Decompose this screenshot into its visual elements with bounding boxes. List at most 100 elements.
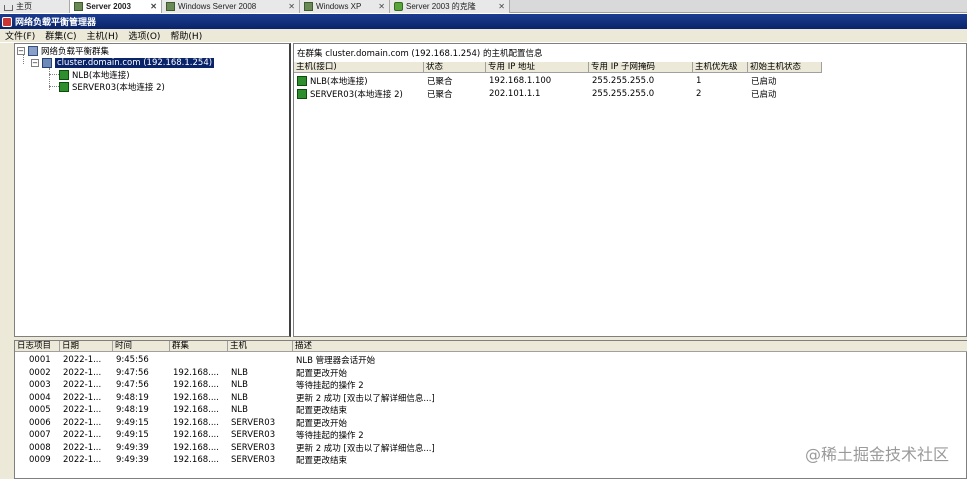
menu-cluster[interactable]: 群集(C) [40,29,81,42]
menu-options[interactable]: 选项(O) [123,29,165,42]
log-row[interactable]: 0007 2022-1... 9:49:15 192.168.... SERVE… [15,429,953,442]
column-header[interactable]: 主机(接口) [294,62,424,73]
log-id: 0009 [29,455,51,466]
host-config-caption: 在群集 cluster.domain.com (192.168.1.254) 的… [297,49,543,59]
log-description: 配置更改开始 [296,368,348,379]
log-id: 0008 [29,442,51,453]
tree-root[interactable]: − 网络负载平衡群集 [17,45,109,57]
log-description: 配置更改开始 [296,418,348,429]
host-row[interactable]: NLB(本地连接) 已聚合 192.168.1.100 255.255.255.… [294,75,822,87]
log-header: 日志项目 日期 时间 群集 主机 描述 [15,341,967,352]
column-header[interactable]: 主机 [228,341,293,352]
close-icon[interactable]: ✕ [146,2,157,11]
log-time: 9:47:56 [116,380,149,391]
log-time: 9:47:56 [116,367,149,378]
host-row[interactable]: SERVER03(本地连接 2) 已聚合 202.101.1.1 255.255… [294,88,822,100]
host-icon [297,76,307,86]
tree-host-label: SERVER03(本地连接 2) [72,83,165,93]
log-description: 配置更改结束 [296,406,348,417]
tree-cluster-node[interactable]: − cluster.domain.com (192.168.1.254) [31,57,215,69]
cluster-tree-pane: − 网络负载平衡群集 − cluster.domain.com (192.168… [14,43,291,337]
vm-running-icon [394,2,403,11]
collapse-icon[interactable]: − [17,47,25,55]
tab-server-2003-clone[interactable]: Server 2003 的克隆 ✕ [390,0,510,13]
status-cell: 已聚合 [427,90,453,100]
watermark: @稀土掘金技术社区 [804,445,949,464]
log-row[interactable]: 0003 2022-1... 9:47:56 192.168.... NLB 等… [15,379,953,392]
close-icon[interactable]: ✕ [284,2,295,11]
log-host: NLB [231,405,248,416]
column-header[interactable]: 专用 IP 地址 [486,62,589,73]
tree-root-label: 网络负载平衡群集 [41,47,110,57]
tree-host-nlb[interactable]: NLB(本地连接) [59,69,130,81]
log-row[interactable]: 0004 2022-1... 9:48:19 192.168.... NLB 更… [15,392,953,405]
home-icon [4,5,13,11]
log-cluster: 192.168.... [173,392,219,403]
column-header[interactable]: 日志项目 [15,341,60,352]
column-header[interactable]: 时间 [113,341,170,352]
tab-home[interactable]: 主页 [0,0,70,13]
menu-bar: 文件(F) 群集(C) 主机(H) 选项(O) 帮助(H) [0,29,967,42]
log-row[interactable]: 0006 2022-1... 9:49:15 192.168.... SERVE… [15,417,953,430]
log-host: NLB [231,367,248,378]
nlb-manager-icon [2,16,12,27]
log-id: 0007 [29,430,51,441]
close-icon[interactable]: ✕ [494,2,505,11]
log-row[interactable]: 0005 2022-1... 9:48:19 192.168.... NLB 配… [15,404,953,417]
menu-file[interactable]: 文件(F) [0,29,40,42]
column-header[interactable]: 群集 [170,341,228,352]
tree-line [49,86,59,87]
log-date: 2022-1... [63,417,102,428]
log-id: 0002 [29,367,51,378]
column-header[interactable]: 描述 [293,341,967,352]
collapse-icon[interactable]: − [31,59,39,67]
vm-icon [304,2,313,11]
log-id: 0004 [29,392,51,403]
log-host: SERVER03 [231,455,276,466]
column-header[interactable]: 初始主机状态 [748,62,822,73]
log-id: 0001 [29,355,51,366]
vm-icon [74,2,83,11]
menu-help[interactable]: 帮助(H) [165,29,207,42]
log-description: NLB 管理器会话开始 [296,356,376,367]
log-host: SERVER03 [231,442,276,453]
app-title-bar: 网络负载平衡管理器 [0,14,967,29]
network-cluster-icon [28,46,38,56]
log-time: 9:48:19 [116,392,149,403]
log-date: 2022-1... [63,442,102,453]
subnet-cell: 255.255.255.0 [592,76,655,86]
log-date: 2022-1... [63,392,102,403]
menu-host[interactable]: 主机(H) [82,29,124,42]
column-header[interactable]: 日期 [60,341,113,352]
log-time: 9:49:39 [116,455,149,466]
log-host: NLB [231,392,248,403]
tree-cluster-label: cluster.domain.com (192.168.1.254) [55,58,215,68]
tree-host-server03[interactable]: SERVER03(本地连接 2) [59,81,165,93]
log-description: 等待挂起的操作 2 [296,381,364,392]
cluster-icon [42,58,52,68]
log-host: SERVER03 [231,430,276,441]
log-date: 2022-1... [63,430,102,441]
log-id: 0006 [29,417,51,428]
log-cluster: 192.168.... [173,442,219,453]
log-cluster: 192.168.... [173,405,219,416]
ip-cell: 202.101.1.1 [489,89,541,99]
column-header[interactable]: 主机优先级 [693,62,748,73]
host-icon [59,82,69,92]
tree-host-label: NLB(本地连接) [72,71,130,81]
tab-windows-xp[interactable]: Windows XP ✕ [300,0,390,13]
column-header[interactable]: 状态 [424,62,486,73]
initial-state-cell: 已启动 [751,77,777,87]
log-cluster: 192.168.... [173,380,219,391]
vm-tab-strip: 主页 Server 2003 ✕ Windows Server 2008 ✕ W… [0,0,967,13]
log-row[interactable]: 0002 2022-1... 9:47:56 192.168.... NLB 配… [15,367,953,380]
log-date: 2022-1... [63,405,102,416]
column-header[interactable]: 专用 IP 子网掩码 [589,62,693,73]
tab-windows-server-2008[interactable]: Windows Server 2008 ✕ [162,0,300,13]
log-time: 9:48:19 [116,405,149,416]
log-cluster: 192.168.... [173,455,219,466]
log-row[interactable]: 0001 2022-1... 9:45:56 NLB 管理器会话开始 [15,354,953,367]
close-icon[interactable]: ✕ [374,2,385,11]
vm-icon [166,2,175,11]
tab-server-2003[interactable]: Server 2003 ✕ [70,0,162,13]
